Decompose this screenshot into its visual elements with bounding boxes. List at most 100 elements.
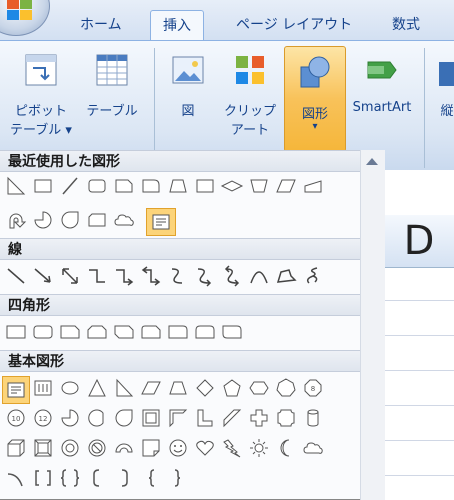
smiley-face-icon[interactable] bbox=[166, 436, 190, 460]
vertical-text-box-icon[interactable] bbox=[31, 376, 55, 400]
freeform-icon[interactable] bbox=[274, 264, 298, 288]
diamond-icon[interactable] bbox=[193, 376, 217, 400]
pentagon-icon[interactable] bbox=[220, 376, 244, 400]
left-brace-icon[interactable] bbox=[139, 466, 163, 490]
smartart-button[interactable]: SmartArt bbox=[346, 52, 418, 115]
double-bracket-icon[interactable] bbox=[31, 466, 55, 490]
plaque-icon[interactable] bbox=[274, 406, 298, 430]
right-triangle-icon[interactable] bbox=[112, 376, 136, 400]
elbow-arrow-connector-icon[interactable] bbox=[112, 264, 136, 288]
hexagon-icon[interactable] bbox=[247, 376, 271, 400]
parallelogram-icon[interactable] bbox=[274, 174, 298, 198]
snip-same-side-rectangle-icon[interactable] bbox=[85, 320, 109, 344]
can-icon[interactable] bbox=[301, 406, 325, 430]
round-corner-rectangle-icon[interactable] bbox=[139, 174, 163, 198]
elbow-double-arrow-connector-icon[interactable] bbox=[139, 264, 163, 288]
arc-icon[interactable] bbox=[4, 466, 28, 490]
rectangle-icon[interactable] bbox=[4, 320, 28, 344]
tab-home[interactable]: ホーム bbox=[80, 10, 122, 40]
snip-rectangle-icon[interactable] bbox=[85, 208, 109, 232]
snip-round-rectangle-icon[interactable] bbox=[139, 320, 163, 344]
snip-single-corner-rectangle-icon[interactable] bbox=[58, 320, 82, 344]
u-turn-arrow-icon[interactable] bbox=[4, 208, 28, 232]
flowchart-process-icon[interactable] bbox=[193, 174, 217, 198]
tab-insert[interactable]: 挿入 bbox=[150, 10, 204, 41]
trapezoid-icon[interactable] bbox=[166, 376, 190, 400]
cloud-icon[interactable] bbox=[112, 208, 136, 232]
right-triangle-icon[interactable] bbox=[4, 174, 28, 198]
text-box-selected[interactable] bbox=[146, 208, 176, 236]
rounded-rectangle-icon[interactable] bbox=[31, 320, 55, 344]
shapes-dropdown-arrow: ▾ bbox=[312, 121, 318, 132]
straight-line-icon[interactable] bbox=[4, 264, 28, 288]
scroll-up-arrow-icon[interactable] bbox=[366, 158, 378, 165]
tab-page-layout[interactable]: ページ レイアウト bbox=[236, 10, 352, 40]
frame-icon[interactable] bbox=[139, 406, 163, 430]
parallelogram-icon[interactable] bbox=[139, 376, 163, 400]
line-icon[interactable] bbox=[58, 174, 82, 198]
sun-icon[interactable] bbox=[247, 436, 271, 460]
bevel-icon[interactable] bbox=[31, 436, 55, 460]
clip-art-button[interactable]: クリップ アート bbox=[220, 52, 280, 138]
snip-diagonal-rectangle-icon[interactable] bbox=[112, 320, 136, 344]
tab-formulas[interactable]: 数式 bbox=[392, 10, 420, 40]
column-header-d[interactable]: D bbox=[384, 215, 454, 268]
left-bracket-icon[interactable] bbox=[85, 466, 109, 490]
flowchart-manual-input-icon[interactable] bbox=[301, 174, 325, 198]
cloud-icon[interactable] bbox=[301, 436, 325, 460]
pie-icon[interactable] bbox=[31, 208, 55, 232]
double-brace-icon[interactable] bbox=[58, 466, 82, 490]
inverted-trapezoid-icon[interactable] bbox=[247, 174, 271, 198]
trapezoid-icon[interactable] bbox=[166, 174, 190, 198]
curved-connector-icon[interactable] bbox=[166, 264, 190, 288]
round-single-corner-rectangle-icon[interactable] bbox=[166, 320, 190, 344]
round-same-side-rectangle-icon[interactable] bbox=[193, 320, 217, 344]
scribble-icon[interactable] bbox=[301, 264, 325, 288]
octagon-icon[interactable]: 8 bbox=[301, 376, 325, 400]
picture-label: 図 bbox=[181, 104, 195, 119]
heart-icon[interactable] bbox=[193, 436, 217, 460]
office-button[interactable] bbox=[0, 0, 50, 36]
chart-button[interactable]: 縦 bbox=[432, 52, 454, 119]
curve-icon[interactable] bbox=[247, 264, 271, 288]
diamond-icon[interactable] bbox=[220, 174, 244, 198]
round-diagonal-rectangle-icon[interactable] bbox=[220, 320, 244, 344]
curved-double-arrow-connector-icon[interactable] bbox=[220, 264, 244, 288]
isosceles-triangle-icon[interactable] bbox=[85, 376, 109, 400]
snip-corner-rectangle-icon[interactable] bbox=[112, 174, 136, 198]
folded-corner-icon[interactable] bbox=[139, 436, 163, 460]
pivot-table-button[interactable]: ピボット テーブル ▾ bbox=[6, 52, 76, 138]
teardrop-icon[interactable] bbox=[112, 406, 136, 430]
diagonal-stripe-icon[interactable] bbox=[220, 406, 244, 430]
gallery-scrollbar[interactable] bbox=[360, 150, 385, 500]
rounded-rectangle-icon[interactable] bbox=[85, 174, 109, 198]
no-symbol-icon[interactable] bbox=[85, 436, 109, 460]
decagon-icon[interactable]: 10 bbox=[4, 406, 28, 430]
rectangle-icon[interactable] bbox=[31, 174, 55, 198]
block-arc-icon[interactable] bbox=[112, 436, 136, 460]
double-arrow-line-icon[interactable] bbox=[58, 264, 82, 288]
arrow-line-icon[interactable] bbox=[31, 264, 55, 288]
oval-icon[interactable] bbox=[58, 376, 82, 400]
right-bracket-icon[interactable] bbox=[112, 466, 136, 490]
curved-arrow-connector-icon[interactable] bbox=[193, 264, 217, 288]
half-frame-icon[interactable] bbox=[166, 406, 190, 430]
cube-icon[interactable] bbox=[4, 436, 28, 460]
pie-icon[interactable] bbox=[58, 406, 82, 430]
lightning-bolt-icon[interactable] bbox=[220, 436, 244, 460]
teardrop-icon[interactable] bbox=[58, 208, 82, 232]
shapes-button[interactable]: 図形 ▾ bbox=[284, 46, 346, 152]
dodecagon-icon[interactable]: 12 bbox=[31, 406, 55, 430]
heptagon-icon[interactable] bbox=[274, 376, 298, 400]
donut-icon[interactable] bbox=[58, 436, 82, 460]
table-button[interactable]: テーブル bbox=[80, 52, 144, 119]
chord-icon[interactable] bbox=[85, 406, 109, 430]
recent-shapes-row bbox=[0, 174, 360, 202]
right-brace-icon[interactable] bbox=[166, 466, 190, 490]
plus-icon[interactable] bbox=[247, 406, 271, 430]
picture-button[interactable]: 図 bbox=[164, 52, 212, 119]
elbow-connector-icon[interactable] bbox=[85, 264, 109, 288]
l-shape-icon[interactable] bbox=[193, 406, 217, 430]
text-box-selected[interactable] bbox=[2, 376, 30, 404]
moon-icon[interactable] bbox=[274, 436, 298, 460]
